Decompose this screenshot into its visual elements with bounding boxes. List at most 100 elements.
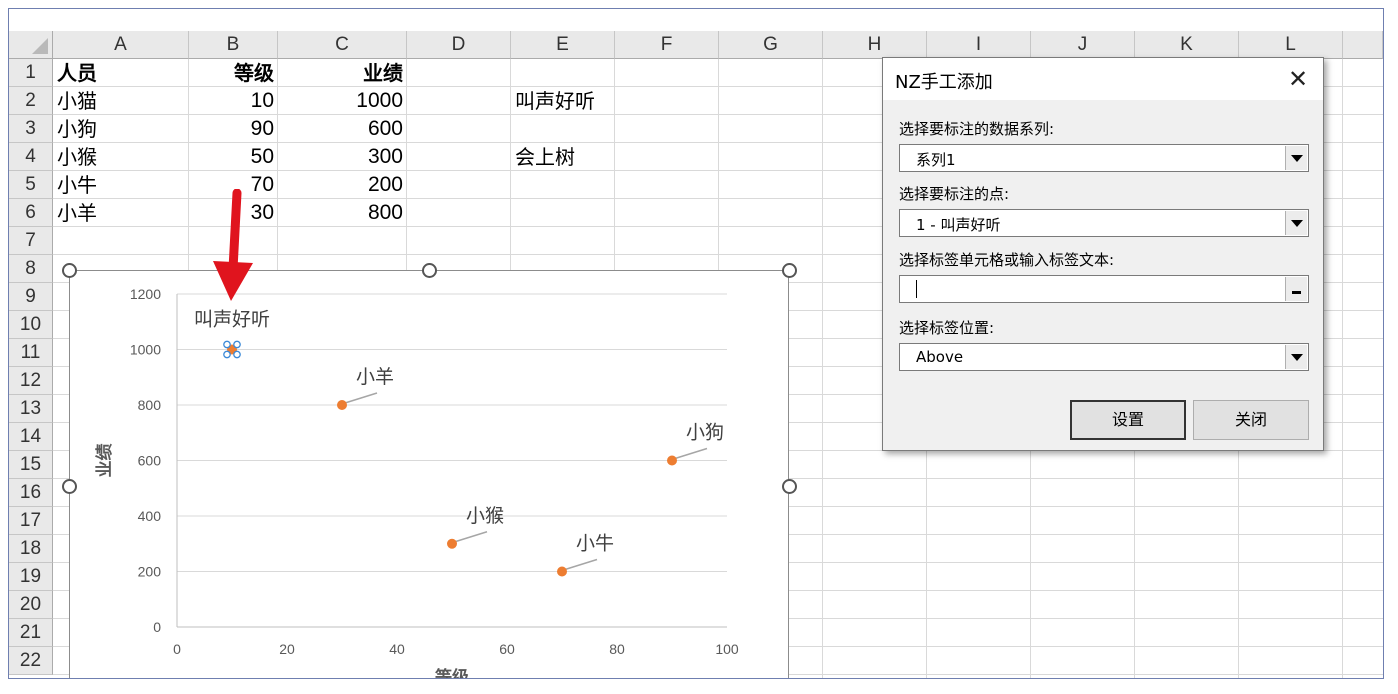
column-header-i[interactable]: I	[927, 31, 1031, 59]
x-tick-label: 40	[389, 641, 405, 657]
row-header-14[interactable]: 14	[9, 423, 53, 451]
cell-level[interactable]: 10	[189, 87, 274, 115]
leader-line	[564, 558, 598, 571]
chart-resize-handle[interactable]	[422, 263, 437, 278]
cell-name[interactable]: 小牛	[57, 171, 185, 199]
selection-handle	[223, 350, 231, 359]
point-select[interactable]: 1 - 叫声好听	[899, 209, 1309, 237]
cell-perf[interactable]: 300	[278, 143, 403, 171]
dialog-title-bar: NZ手工添加 ✕	[883, 58, 1323, 100]
select-all-corner[interactable]	[9, 31, 53, 59]
cell-level[interactable]: 90	[189, 115, 274, 143]
cell-perf[interactable]: 1000	[278, 87, 403, 115]
column-header-f[interactable]: F	[615, 31, 719, 59]
row-header-2[interactable]: 2	[9, 87, 53, 115]
nz-manual-add-dialog: NZ手工添加 ✕ 选择要标注的数据系列: 系列1 选择要标注的点: 1 - 叫声…	[882, 57, 1324, 451]
cell-name[interactable]: 小羊	[57, 199, 185, 227]
data-label: 小猴	[466, 505, 504, 527]
data-point	[337, 400, 347, 410]
row-header-18[interactable]: 18	[9, 535, 53, 563]
column-header-l[interactable]: L	[1239, 31, 1343, 59]
row-header-12[interactable]: 12	[9, 367, 53, 395]
chevron-down-icon[interactable]	[1285, 211, 1307, 235]
leader-line	[344, 392, 378, 404]
cell-name[interactable]: 小猴	[57, 143, 185, 171]
column-header-partial[interactable]	[1343, 31, 1383, 59]
y-tick-label: 800	[138, 397, 162, 413]
position-select[interactable]: Above	[899, 343, 1309, 371]
scatter-chart[interactable]: 0 200 400 600 800 1000 1200 0 20 40 60 80 100 业绩 等级 叫声好…	[62, 263, 797, 679]
row-header-17[interactable]: 17	[9, 507, 53, 535]
row-header-9[interactable]: 9	[9, 283, 53, 311]
row-header-19[interactable]: 19	[9, 563, 53, 591]
column-header-g[interactable]: G	[719, 31, 823, 59]
cell-e4[interactable]: 会上树	[515, 143, 665, 171]
chart-resize-handle[interactable]	[782, 479, 797, 494]
close-button[interactable]: 关闭	[1193, 400, 1309, 440]
chart-resize-handle[interactable]	[782, 263, 797, 278]
cell-perf[interactable]: 600	[278, 115, 403, 143]
y-tick-label: 200	[138, 564, 162, 580]
row-header-16[interactable]: 16	[9, 479, 53, 507]
position-select-value: Above	[916, 348, 964, 366]
column-header-e[interactable]: E	[511, 31, 615, 59]
x-tick-label: 100	[715, 641, 739, 657]
leader-line	[454, 531, 488, 543]
cell-b1[interactable]: 等级	[189, 59, 274, 87]
row-header-3[interactable]: 3	[9, 115, 53, 143]
row-header-22[interactable]: 22	[9, 647, 53, 675]
column-header-c[interactable]: C	[278, 31, 407, 59]
chart-resize-handle[interactable]	[62, 263, 77, 278]
cell-e2[interactable]: 叫声好听	[515, 87, 665, 115]
selection-handle	[233, 350, 241, 359]
row-header-20[interactable]: 20	[9, 591, 53, 619]
y-axis-title: 业绩	[94, 444, 115, 478]
row-header-4[interactable]: 4	[9, 143, 53, 171]
chevron-down-icon[interactable]	[1285, 146, 1307, 170]
row-header-5[interactable]: 5	[9, 171, 53, 199]
chart-plot: 0 200 400 600 800 1000 1200 0 20 40 60 80 100 业绩等级 叫声好…	[94, 286, 739, 679]
row-header-7[interactable]: 7	[9, 227, 53, 255]
chevron-down-icon[interactable]	[1285, 345, 1307, 369]
series-select[interactable]: 系列1	[899, 144, 1309, 172]
cell-perf[interactable]: 800	[278, 199, 403, 227]
chart-resize-handle[interactable]	[62, 479, 77, 494]
cell-a1[interactable]: 人员	[57, 59, 185, 87]
red-arrow-icon	[213, 189, 253, 301]
x-axis-title: 等级	[435, 667, 469, 679]
row-header-21[interactable]: 21	[9, 619, 53, 647]
y-tick-label: 0	[153, 619, 161, 635]
row-header-11[interactable]: 11	[9, 339, 53, 367]
cell-c1[interactable]: 业绩	[278, 59, 403, 87]
column-header-j[interactable]: J	[1031, 31, 1135, 59]
data-label: 小牛	[576, 533, 614, 555]
label-text-input[interactable]	[899, 275, 1309, 303]
row-header-13[interactable]: 13	[9, 395, 53, 423]
cell-perf[interactable]: 200	[278, 171, 403, 199]
set-button[interactable]: 设置	[1070, 400, 1186, 440]
x-tick-label: 60	[499, 641, 515, 657]
x-tick-label: 80	[609, 641, 625, 657]
label-text-label: 选择标签单元格或输入标签文本:	[899, 251, 1115, 269]
column-header-k[interactable]: K	[1135, 31, 1239, 59]
selection-handle	[233, 340, 241, 349]
cell-name[interactable]: 小猫	[57, 87, 185, 115]
column-header-a[interactable]: A	[53, 31, 189, 59]
cell-level[interactable]: 50	[189, 143, 274, 171]
point-select-value: 1 - 叫声好听	[916, 216, 1001, 234]
column-header-b[interactable]: B	[189, 31, 278, 59]
row-header-1[interactable]: 1	[9, 59, 53, 87]
collapse-range-icon[interactable]	[1285, 277, 1307, 301]
row-header-10[interactable]: 10	[9, 311, 53, 339]
row-header-6[interactable]: 6	[9, 199, 53, 227]
y-tick-label: 1000	[130, 342, 161, 358]
cell-name[interactable]: 小狗	[57, 115, 185, 143]
series-select-value: 系列1	[916, 151, 956, 169]
row-header-8[interactable]: 8	[9, 255, 53, 283]
column-header-h[interactable]: H	[823, 31, 927, 59]
row-header-15[interactable]: 15	[9, 451, 53, 479]
x-tick-label: 20	[279, 641, 295, 657]
column-header-d[interactable]: D	[407, 31, 511, 59]
close-icon[interactable]: ✕	[1283, 64, 1313, 94]
grid-line	[822, 59, 823, 678]
